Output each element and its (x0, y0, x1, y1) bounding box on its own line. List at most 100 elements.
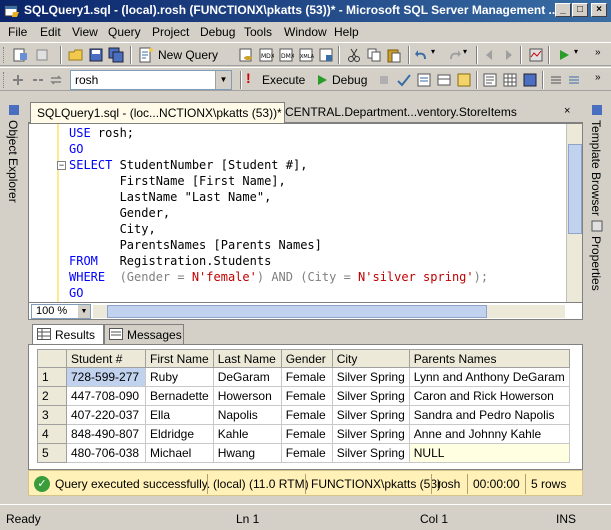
maximize-button[interactable]: □ (572, 3, 588, 17)
table-cell[interactable]: Lynn and Anthony DeGaram (408, 367, 570, 387)
undo-icon[interactable] (414, 47, 430, 63)
sql-compact-query-icon[interactable] (318, 47, 334, 63)
table-cell[interactable]: Silver Spring (331, 367, 410, 387)
column-header[interactable]: Gender (280, 349, 333, 368)
debug-button[interactable]: Debug (332, 73, 367, 87)
template-browser-icon[interactable] (591, 104, 603, 116)
table-cell-null[interactable]: NULL (408, 443, 570, 463)
object-explorer-tab[interactable]: Object Explorer (6, 120, 20, 203)
table-cell[interactable]: 480-706-038 (66, 443, 146, 463)
toolbar-grip[interactable] (3, 47, 6, 63)
row-number[interactable]: 5 (37, 443, 67, 463)
scrollbar-thumb[interactable] (107, 305, 487, 318)
table-cell[interactable]: Silver Spring (331, 386, 410, 406)
table-cell[interactable]: Eldridge (145, 424, 214, 444)
tab-storeitems[interactable]: CENTRAL.Department...ventory.StoreItems (285, 105, 517, 119)
table-cell[interactable]: Silver Spring (331, 405, 410, 425)
toolbar-overflow-icon[interactable]: » (595, 72, 601, 83)
table-cell[interactable]: Ruby (145, 367, 214, 387)
menu-debug[interactable]: Debug (200, 25, 235, 39)
scrollbar-thumb[interactable] (568, 144, 582, 234)
table-cell[interactable]: 848-490-807 (66, 424, 146, 444)
table-cell[interactable]: Female (280, 386, 333, 406)
table-cell[interactable]: 407-220-037 (66, 405, 146, 425)
table-cell[interactable]: DeGaram (212, 367, 282, 387)
column-header[interactable]: Parents Names (408, 349, 570, 368)
analysis-services-mdx-icon[interactable]: MDX (258, 47, 274, 63)
new-query-icon[interactable] (138, 47, 154, 63)
open-file-icon[interactable] (68, 47, 84, 63)
table-cell[interactable]: Female (280, 424, 333, 444)
redo-dropdown-icon[interactable]: ▾ (463, 47, 467, 56)
table-cell[interactable]: Ella (145, 405, 214, 425)
new-query-label[interactable]: New Query (158, 48, 218, 62)
table-cell[interactable]: Caron and Rick Howerson (408, 386, 570, 406)
table-cell[interactable]: Howerson (212, 386, 282, 406)
connect-icon[interactable] (10, 72, 26, 88)
new-project-icon[interactable] (12, 47, 28, 63)
analysis-services-xmla-icon[interactable]: XMLA (298, 47, 314, 63)
activity-monitor-icon[interactable] (528, 47, 544, 63)
table-cell[interactable]: 447-708-090 (66, 386, 146, 406)
intellisense-icon[interactable] (456, 72, 472, 88)
display-estimated-plan-icon[interactable] (416, 72, 432, 88)
toolbar-overflow-icon[interactable]: » (595, 47, 601, 58)
object-explorer-icon[interactable] (8, 104, 20, 116)
save-all-icon[interactable] (108, 47, 124, 63)
column-header[interactable]: Last Name (212, 349, 282, 368)
table-cell[interactable]: Kahle (212, 424, 282, 444)
ssms-app-icon[interactable] (4, 3, 20, 19)
navigate-forward-icon[interactable] (500, 47, 516, 63)
execute-icon[interactable]: ! (246, 70, 251, 86)
comment-out-icon[interactable] (548, 72, 564, 88)
close-button[interactable]: × (591, 3, 607, 17)
undo-dropdown-icon[interactable]: ▾ (431, 47, 435, 56)
properties-tab[interactable]: Properties (589, 236, 603, 291)
table-cell[interactable]: Silver Spring (331, 424, 410, 444)
row-number[interactable]: 2 (37, 386, 67, 406)
table-cell[interactable]: Female (280, 367, 333, 387)
toolbar-grip[interactable] (3, 72, 6, 88)
table-cell[interactable]: Female (280, 443, 333, 463)
start-dropdown-icon[interactable]: ▾ (574, 47, 578, 56)
table-cell[interactable]: Michael (145, 443, 214, 463)
tab-results[interactable]: Results (32, 324, 104, 344)
row-number[interactable]: 1 (37, 367, 67, 387)
menu-query[interactable]: Query (108, 25, 141, 39)
redo-icon[interactable] (446, 47, 462, 63)
copy-icon[interactable] (366, 47, 382, 63)
row-number[interactable]: 3 (37, 405, 67, 425)
cancel-query-icon[interactable] (376, 72, 392, 88)
table-cell[interactable]: Female (280, 405, 333, 425)
table-cell[interactable]: Sandra and Pedro Napolis (408, 405, 570, 425)
cut-icon[interactable] (346, 47, 362, 63)
change-connection-icon[interactable] (48, 72, 64, 88)
execute-button[interactable]: Execute (262, 73, 305, 87)
table-cell[interactable]: Bernadette (145, 386, 214, 406)
menu-edit[interactable]: Edit (40, 25, 61, 39)
table-cell[interactable]: 728-599-277 (66, 367, 146, 387)
results-to-text-icon[interactable] (482, 72, 498, 88)
save-icon[interactable] (88, 47, 104, 63)
uncomment-icon[interactable] (566, 72, 582, 88)
table-cell[interactable]: Hwang (212, 443, 282, 463)
analysis-services-dmx-icon[interactable]: DMX (278, 47, 294, 63)
start-debugging-icon[interactable] (556, 47, 572, 63)
table-cell[interactable]: Anne and Johnny Kahle (408, 424, 570, 444)
close-document-icon[interactable]: × (564, 105, 578, 119)
menu-view[interactable]: View (72, 25, 98, 39)
tab-messages[interactable]: Messages (104, 324, 184, 344)
zoom-select[interactable]: 100 % ▼ (31, 304, 91, 319)
paste-icon[interactable] (386, 47, 402, 63)
menu-window[interactable]: Window (284, 25, 327, 39)
database-engine-query-icon[interactable] (238, 47, 254, 63)
minimize-button[interactable]: _ (555, 3, 571, 17)
navigate-backward-icon[interactable] (482, 47, 498, 63)
column-header[interactable]: First Name (145, 349, 214, 368)
editor-horizontal-scrollbar[interactable] (93, 305, 565, 318)
debug-play-icon[interactable] (314, 72, 330, 88)
available-databases-select[interactable]: rosh ▼ (70, 70, 232, 90)
editor-vertical-scrollbar[interactable] (566, 124, 582, 302)
query-designer-icon[interactable] (436, 72, 452, 88)
corner-header[interactable] (37, 349, 67, 368)
